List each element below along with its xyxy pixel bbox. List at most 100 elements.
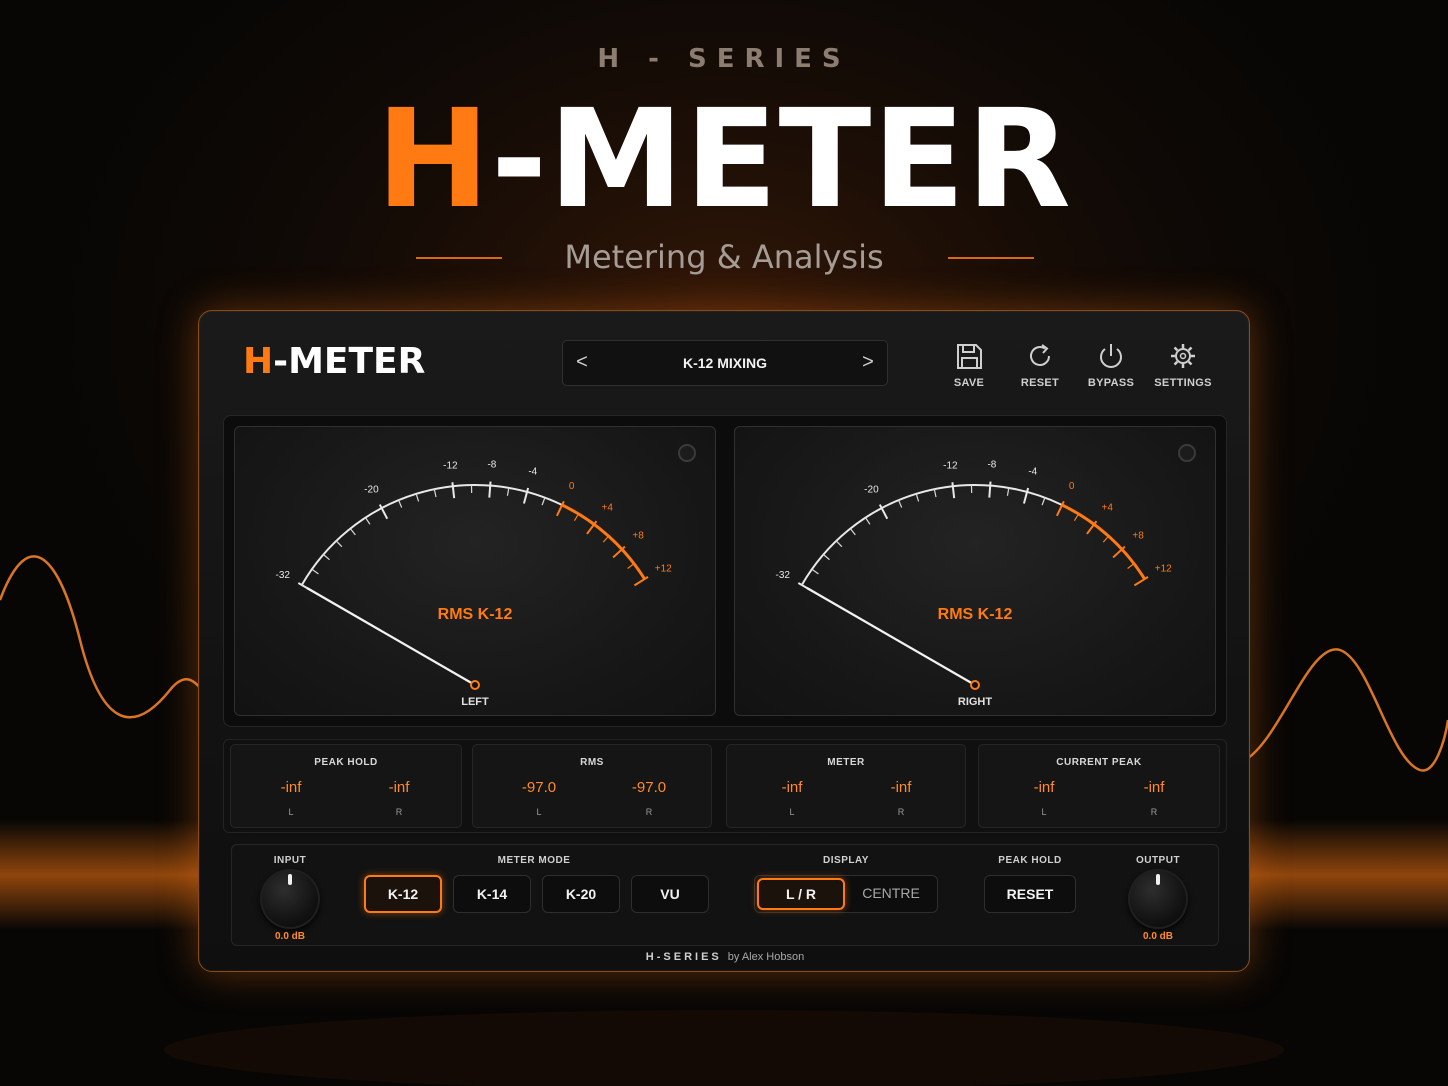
power-icon — [1100, 344, 1122, 368]
scale-major-tick — [633, 576, 649, 587]
preset-prev-button[interactable]: < — [567, 351, 597, 374]
scale-tick — [811, 568, 819, 575]
scale-label: -8 — [987, 460, 996, 471]
settings-button[interactable]: SETTINGS — [1148, 341, 1218, 389]
plugin-window: H-METER < K-12 MIXING > SAVE RESET BYPAS… — [198, 310, 1250, 972]
vu-face-left: -32 -20 -12 -8 -4 0 +4 +8 +12 RMS K-12 LEFT — [276, 444, 696, 708]
save-icon — [957, 344, 982, 369]
scale-tick — [1127, 563, 1135, 569]
readout-left-value: -inf — [1033, 779, 1055, 796]
mode-k20-button[interactable]: K-20 — [542, 875, 620, 913]
readout-title: PEAK HOLD — [314, 757, 378, 768]
scale-label: -8 — [487, 460, 496, 471]
vu-face-right: -32 -20 -12 -8 -4 0 +4 +8 +12 RMS K-12 RIGHT — [776, 444, 1196, 708]
save-label: SAVE — [953, 377, 985, 389]
mode-vu-button[interactable]: VU — [631, 875, 709, 913]
bypass-label: BYPASS — [1087, 377, 1135, 389]
footer-author: by Alex Hobson — [727, 951, 805, 963]
scale-major-tick — [951, 482, 956, 499]
scale-tick — [1006, 487, 1010, 496]
scale-label: +8 — [632, 530, 644, 541]
readout-left-value: -97.0 — [521, 779, 557, 796]
display-lr-button[interactable]: L / R — [757, 878, 845, 910]
readout-left-channel: L — [1041, 807, 1047, 817]
hero-title-rest: -METER — [490, 81, 1072, 239]
readout-right-channel: R — [1150, 807, 1158, 817]
scale-label: -20 — [864, 485, 879, 496]
readout-title: METER — [827, 757, 865, 768]
output-value: 0.0 dB — [1142, 931, 1173, 942]
plugin-logo: H-METER — [243, 341, 425, 382]
channel-label: RIGHT — [958, 696, 993, 708]
scale-tick — [541, 497, 546, 506]
scale-label: +12 — [655, 563, 672, 574]
readout-peak-hold: PEAK HOLD -inf -inf L R — [230, 744, 462, 828]
scale-tick — [323, 554, 330, 561]
scale-tick — [933, 489, 937, 498]
preset-selector[interactable]: < K-12 MIXING > — [562, 340, 888, 386]
needle-pivot — [970, 680, 980, 690]
scale-tick — [898, 499, 903, 508]
control-strip: INPUT 0.0 dB METER MODE K-12 K-14 K-20 V… — [231, 844, 1219, 946]
scale-tick — [433, 489, 437, 498]
scale-tick — [849, 528, 856, 536]
scale-tick — [573, 513, 580, 522]
scale-tick — [398, 499, 403, 508]
mode-k14-button[interactable]: K-14 — [453, 875, 531, 913]
input-label: INPUT — [273, 855, 307, 866]
readout-current-peak: CURRENT PEAK -inf -inf L R — [978, 744, 1220, 828]
readout-left-value: -inf — [781, 779, 803, 796]
scale-major-tick — [488, 481, 492, 498]
readout-left-channel: L — [789, 807, 795, 817]
peak-hold-reset-button[interactable]: RESET — [984, 875, 1076, 913]
scale-major-tick — [988, 481, 992, 498]
scale-label: +4 — [1101, 503, 1113, 514]
scale-tick — [602, 535, 610, 543]
peak-hold-label: PEAK HOLD — [998, 855, 1062, 866]
scale-label: -32 — [776, 570, 791, 581]
input-knob[interactable] — [260, 869, 320, 929]
output-knob[interactable] — [1128, 869, 1188, 929]
scale-tick — [1041, 497, 1046, 506]
mode-k12-button[interactable]: K-12 — [364, 875, 442, 913]
scale-tick — [415, 493, 420, 502]
display-centre-button[interactable]: CENTRE — [847, 878, 935, 910]
readout-left-channel: L — [536, 807, 542, 817]
readout-right-channel: R — [897, 807, 905, 817]
readout-strip: PEAK HOLD -inf -inf L R RMS -97.0 -97.0 … — [223, 739, 1227, 833]
meter-mode-text: RMS K-12 — [938, 606, 1013, 623]
reset-button[interactable]: RESET — [1005, 341, 1075, 389]
readout-title: CURRENT PEAK — [1056, 757, 1142, 768]
scale-label: +8 — [1132, 530, 1144, 541]
preset-name: K-12 MIXING — [682, 355, 767, 371]
channel-label: LEFT — [461, 696, 489, 708]
plugin-logo-accent: H — [243, 341, 274, 382]
needle-pivot — [470, 680, 480, 690]
scale-tick — [627, 563, 635, 569]
reset-label: RESET — [1020, 377, 1060, 389]
scale-major-tick — [1133, 576, 1149, 587]
meter-mode-text: RMS K-12 — [438, 606, 513, 623]
scale-tick — [835, 540, 843, 548]
hero-title: H-METER — [0, 90, 1448, 230]
scale-tick — [311, 568, 319, 575]
save-button[interactable]: SAVE — [934, 341, 1004, 389]
readout-left-value: -inf — [280, 779, 302, 796]
meter-mode-label: METER MODE — [497, 855, 571, 866]
scale-tick — [915, 493, 920, 502]
bypass-button[interactable]: BYPASS — [1076, 341, 1146, 389]
scale-label: -12 — [443, 460, 458, 471]
preset-next-button[interactable]: > — [853, 351, 883, 374]
input-value: 0.0 dB — [274, 931, 305, 942]
series-kicker: H - SERIES — [597, 44, 851, 74]
readout-title: RMS — [580, 757, 604, 768]
settings-label: SETTINGS — [1154, 377, 1212, 389]
readout-right-value: -inf — [388, 779, 410, 796]
scale-label: -12 — [943, 460, 958, 471]
scale-label: +12 — [1155, 563, 1172, 574]
scale-tick — [506, 487, 510, 496]
scale-label: -4 — [528, 467, 537, 478]
readout-right-value: -inf — [890, 779, 912, 796]
readout-right-channel: R — [645, 807, 653, 817]
vu-meter-left: -32 -20 -12 -8 -4 0 +4 +8 +12 RMS K-12 LEFT — [234, 426, 716, 716]
